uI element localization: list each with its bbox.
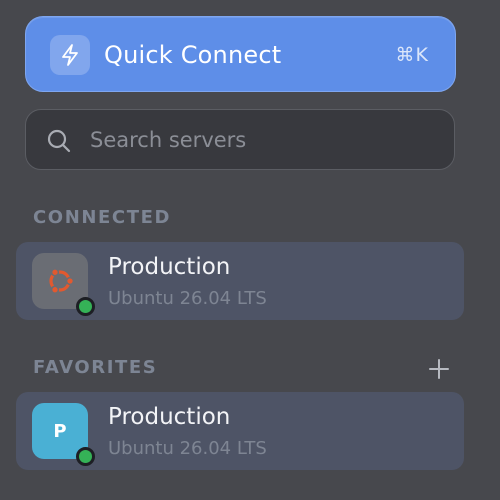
ubuntu-logo-icon <box>32 253 95 316</box>
avatar-letter: P <box>53 420 67 442</box>
server-name: Production <box>108 404 231 430</box>
plus-icon <box>426 359 452 386</box>
status-online-dot <box>76 447 95 466</box>
quick-connect-button[interactable]: Quick Connect ⌘K <box>25 16 456 92</box>
quick-connect-label: Quick Connect <box>104 41 282 69</box>
bolt-icon <box>50 35 90 75</box>
section-header-connected: CONNECTED <box>33 207 172 228</box>
status-online-dot <box>76 297 95 316</box>
search-input[interactable] <box>90 118 430 162</box>
server-sidebar: Quick Connect ⌘K CONNECTED Production Ub… <box>0 0 500 500</box>
server-avatar: P <box>32 403 95 466</box>
section-header-favorites: FAVORITES <box>33 357 158 378</box>
server-row-connected[interactable]: Production Ubuntu 26.04 LTS <box>16 242 464 320</box>
add-favorite-button[interactable] <box>426 356 452 382</box>
search-box[interactable] <box>25 109 455 170</box>
server-os: Ubuntu 26.04 LTS <box>108 438 267 459</box>
server-os: Ubuntu 26.04 LTS <box>108 288 267 309</box>
server-row-favorite[interactable]: P Production Ubuntu 26.04 LTS <box>16 392 464 470</box>
quick-connect-shortcut: ⌘K <box>395 44 429 66</box>
search-icon <box>46 128 72 154</box>
server-name: Production <box>108 254 231 280</box>
